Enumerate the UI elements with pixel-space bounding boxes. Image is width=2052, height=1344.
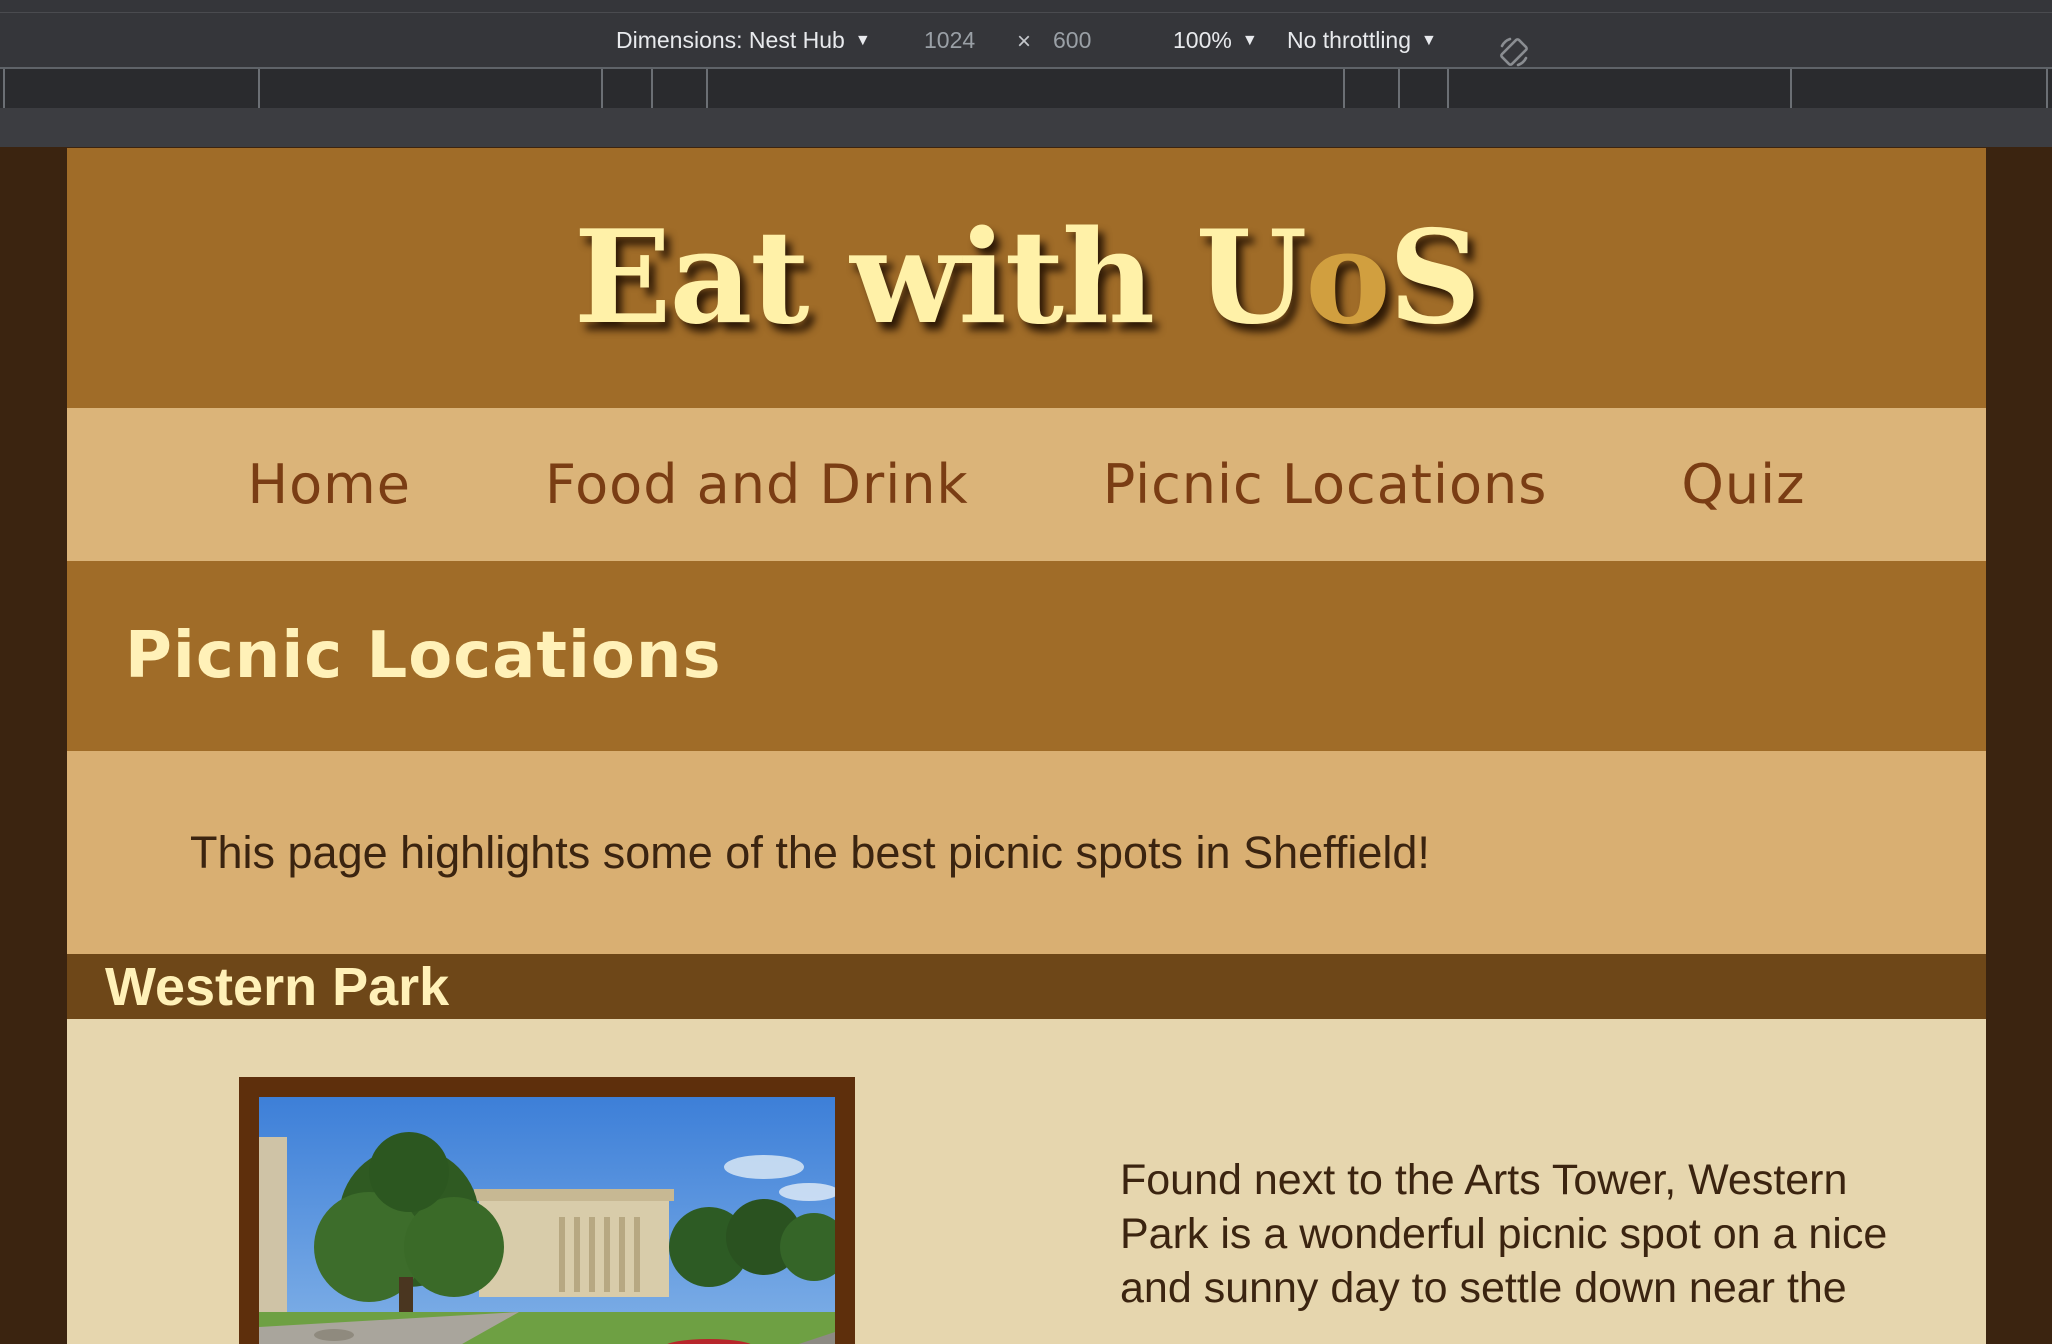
nav-link-food-and-drink[interactable]: Food and Drink (545, 453, 969, 516)
section-body: Found next to the Arts Tower, Western Pa… (67, 1019, 1986, 1344)
nav-link-home[interactable]: Home (248, 453, 411, 516)
device-toolbar: Dimensions: Nest Hub ▼ 1024 × 600 100% ▼ N… (0, 14, 2052, 67)
dimensions-label: Dimensions: Nest Hub (616, 27, 845, 53)
intro-text: This page highlights some of the best pi… (190, 826, 1430, 878)
ruler-tick (2046, 69, 2048, 108)
site-header: Eat with UoS (67, 148, 1986, 408)
main-nav: Home Food and Drink Picnic Locations Qui… (67, 408, 1986, 561)
devtools-device-toolbar: Dimensions: Nest Hub ▼ 1024 × 600 100% ▼ N… (0, 0, 2052, 147)
dimensions-dropdown[interactable]: Dimensions: Nest Hub ▼ (616, 27, 871, 54)
ruler-tick (1343, 69, 1345, 108)
ruler-tick (3, 69, 5, 108)
park-photo (259, 1097, 835, 1344)
zoom-dropdown[interactable]: 100% ▼ (1173, 27, 1258, 54)
devtools-spacer (0, 108, 2052, 147)
site-title-highlight: o (1305, 203, 1390, 353)
ruler-tick (1790, 69, 1792, 108)
nav-link-quiz[interactable]: Quiz (1681, 453, 1805, 516)
media-query-ruler[interactable] (0, 67, 2052, 110)
times-icon: × (1017, 28, 1032, 55)
photo-frame (239, 1077, 855, 1344)
throttling-label: No throttling (1287, 27, 1412, 53)
ruler-tick (1398, 69, 1400, 108)
site-title-main: Eat with U (573, 203, 1307, 353)
throttling-dropdown[interactable]: No throttling ▼ (1287, 27, 1437, 54)
page-title: Picnic Locations (125, 619, 722, 693)
ruler-tick (258, 69, 260, 108)
rotate-icon[interactable] (1496, 34, 1532, 70)
ruler-tick (601, 69, 603, 108)
caret-down-icon: ▼ (854, 32, 871, 49)
ruler-tick (706, 69, 708, 108)
width-input[interactable]: 1024 (924, 27, 975, 54)
devtools-divider (0, 12, 2052, 13)
section-header: Western Park (67, 954, 1986, 1019)
caret-down-icon: ▼ (1421, 32, 1437, 49)
section-title: Western Park (105, 956, 450, 1017)
page-heading-bar: Picnic Locations (67, 561, 1986, 751)
section-description: Found next to the Arts Tower, Western Pa… (1120, 1156, 1888, 1312)
zoom-label: 100% (1173, 27, 1232, 53)
nav-link-picnic-locations[interactable]: Picnic Locations (1103, 453, 1548, 516)
ruler-tick (1447, 69, 1449, 108)
intro-bar: This page highlights some of the best pi… (67, 751, 1986, 954)
site-title: Eat with UoS (573, 203, 1481, 353)
caret-down-icon: ▼ (1241, 32, 1258, 49)
web-page: Eat with UoS Home Food and Drink Picnic … (67, 148, 1986, 1344)
ruler-tick (651, 69, 653, 108)
site-title-end: S (1388, 203, 1481, 353)
height-input[interactable]: 600 (1053, 27, 1091, 54)
